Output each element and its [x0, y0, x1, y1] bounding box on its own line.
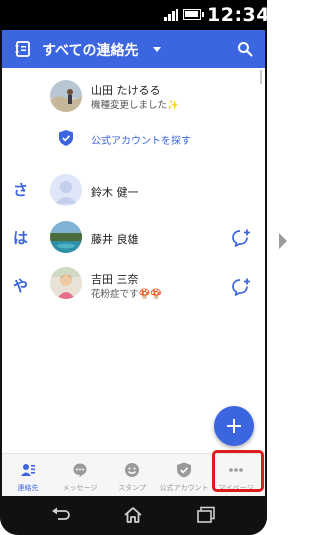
- home-icon[interactable]: [122, 505, 144, 525]
- status-time: 12:34: [207, 4, 267, 26]
- next-arrow-icon[interactable]: [279, 233, 287, 249]
- tab-label: メッセージ: [62, 484, 98, 492]
- add-friend-icon[interactable]: [231, 228, 251, 248]
- back-icon[interactable]: [50, 505, 72, 525]
- contacts-icon: [21, 464, 35, 476]
- sticker-icon: [125, 463, 139, 477]
- contact-status: 花粉症です🍄🍄: [91, 289, 163, 300]
- signal-icon: [164, 9, 178, 21]
- recent-apps-icon[interactable]: [195, 505, 217, 525]
- avatar: [50, 267, 82, 299]
- contact-name: 吉田 三奈: [91, 273, 139, 286]
- status-bar: 12:34: [0, 0, 267, 30]
- tab-label: スタンプ: [118, 484, 146, 492]
- tab-stickers[interactable]: スタンプ: [106, 454, 158, 496]
- add-contact-button[interactable]: [214, 406, 254, 446]
- shield-icon: [59, 130, 73, 146]
- chevron-down-icon[interactable]: [153, 47, 161, 52]
- contact-row[interactable]: や 吉田 三奈 花粉症です🍄🍄: [2, 267, 265, 305]
- contact-name: 山田 たけるる: [91, 84, 161, 97]
- index-letter[interactable]: や: [13, 275, 28, 296]
- avatar: [50, 174, 82, 206]
- tab-label: 連絡先: [17, 484, 39, 492]
- highlight-box: [212, 450, 264, 492]
- shield-icon: [177, 462, 191, 478]
- app-screen: すべての連絡先 山田 たけるる 機種変更しました✨ 公式アカウントを探す さ 鈴…: [2, 30, 265, 496]
- contacts-filter-title[interactable]: すべての連絡先: [42, 40, 138, 60]
- battery-icon: [183, 9, 204, 20]
- add-friend-icon[interactable]: [231, 277, 251, 297]
- find-official-account-link[interactable]: 公式アカウントを探す: [91, 132, 191, 147]
- contact-name: 鈴木 健一: [91, 186, 139, 199]
- system-nav-bar: [0, 496, 267, 535]
- contact-row[interactable]: 山田 たけるる 機種変更しました✨: [2, 78, 265, 114]
- message-icon: [73, 463, 87, 478]
- index-letter[interactable]: さ: [13, 179, 28, 200]
- app-bar: すべての連絡先: [2, 30, 265, 68]
- tab-official-accounts[interactable]: 公式アカウント: [158, 454, 210, 496]
- tab-messages[interactable]: メッセージ: [54, 454, 106, 496]
- index-letter[interactable]: は: [13, 227, 28, 248]
- tab-contacts[interactable]: 連絡先: [2, 454, 54, 496]
- contact-row[interactable]: さ 鈴木 健一: [2, 172, 265, 208]
- contact-name: 藤井 良雄: [91, 233, 139, 246]
- phone-frame: 12:34 すべての連絡先 山田 たけるる 機種変更しました✨ 公式アカウントを…: [0, 0, 267, 535]
- contact-status: 機種変更しました✨: [91, 100, 179, 111]
- tab-label: 公式アカウント: [159, 484, 209, 492]
- address-book-icon[interactable]: [14, 40, 32, 58]
- avatar: [50, 80, 82, 112]
- search-icon[interactable]: [237, 41, 253, 57]
- contact-row[interactable]: は 藤井 良雄: [2, 221, 265, 257]
- avatar: [50, 221, 82, 253]
